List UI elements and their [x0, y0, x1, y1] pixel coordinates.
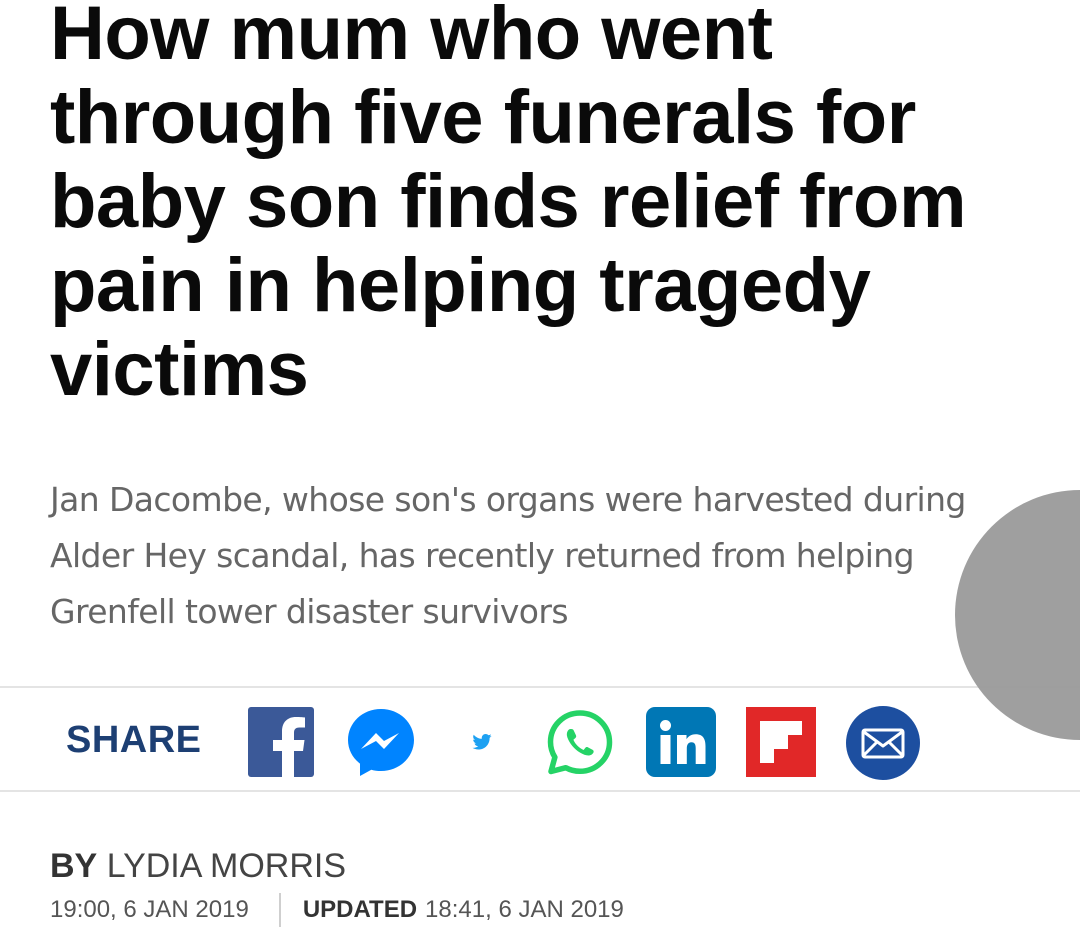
email-icon[interactable] — [846, 706, 920, 780]
updated-date: 18:41, 6 JAN 2019 — [425, 896, 624, 923]
headline-line: How mum who went — [50, 0, 773, 76]
standfirst-line: Grenfell tower disaster survivors — [50, 592, 569, 631]
article-dates: 19:00, 6 JAN 2019 UPDATED 18:41, 6 JAN 2… — [50, 893, 624, 927]
standfirst-line: Jan Dacombe, whose son's organs were har… — [50, 480, 966, 519]
date-divider — [278, 893, 281, 927]
byline: BY LYDIA MORRIS — [50, 846, 346, 886]
updated-label: UPDATED — [302, 896, 418, 923]
whatsapp-icon[interactable] — [544, 707, 616, 779]
facebook-icon[interactable] — [248, 707, 314, 777]
headline-line: baby son finds relief from — [50, 159, 967, 244]
headline: How mum who went through five funerals f… — [50, 0, 1050, 412]
byline-prefix: BY — [50, 847, 98, 885]
author-name[interactable]: LYDIA MORRIS — [107, 847, 346, 885]
linkedin-icon[interactable] — [646, 707, 716, 777]
standfirst: Jan Dacombe, whose son's organs were har… — [50, 472, 1040, 640]
twitter-icon[interactable] — [472, 734, 492, 750]
article-page: How mum who went through five funerals f… — [0, 0, 1080, 933]
headline-line: pain in helping tragedy — [50, 243, 871, 328]
share-label: SHARE — [66, 719, 202, 761]
messenger-icon[interactable] — [345, 706, 417, 778]
standfirst-line: Alder Hey scandal, has recently returned… — [50, 536, 915, 575]
flipboard-icon[interactable] — [746, 707, 816, 777]
published-date: 19:00, 6 JAN 2019 — [50, 896, 249, 923]
share-bar: SHARE — [0, 686, 1080, 792]
headline-line: victims — [50, 327, 309, 412]
headline-line: through five funerals for — [50, 75, 916, 160]
